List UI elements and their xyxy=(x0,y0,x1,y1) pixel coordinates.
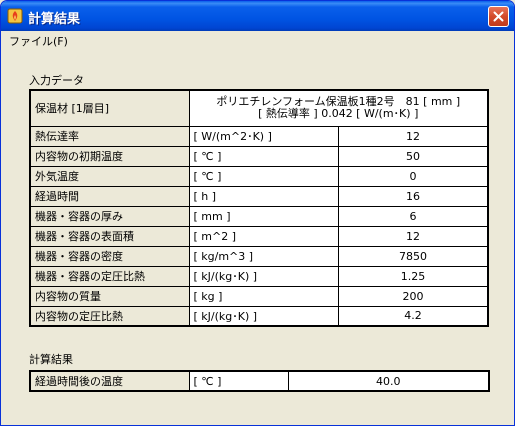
result-window: 計算結果 ファイル(F) 入力データ 保温材 [1層目] ポリエチレンフォーム保… xyxy=(0,0,515,426)
row-unit: [ kJ/(kg･K) ] xyxy=(188,305,339,327)
row-unit: [ kg ] xyxy=(188,285,339,307)
table-row: 熱伝達率[ W/(m^2･K) ] 12 xyxy=(29,125,489,147)
window-title: 計算結果 xyxy=(28,12,81,27)
row-name: 機器・容器の定圧比熱 xyxy=(29,265,190,287)
row-unit: [ kg/m^3 ] xyxy=(188,245,339,267)
table-row: 機器・容器の厚み[ mm ] 6 xyxy=(29,205,489,227)
table-row: 経過時間[ h ] 16 xyxy=(29,185,489,207)
input-data-table: 保温材 [1層目] ポリエチレンフォーム保温板1種2号 81 [ mm ] [ … xyxy=(29,89,489,327)
menu-file[interactable]: ファイル(F) xyxy=(9,33,68,49)
table-row: 機器・容器の密度[ kg/m^3 ] 7850 xyxy=(29,245,489,267)
row-name: 内容物の初期温度 xyxy=(29,145,190,167)
row-value: 1.25 xyxy=(338,265,489,287)
row-unit: [ mm ] xyxy=(188,205,339,227)
material-value: ポリエチレンフォーム保温板1種2号 81 [ mm ] [ 熱伝導率 ] 0.0… xyxy=(188,89,489,127)
title-bar[interactable]: 計算結果 xyxy=(1,1,514,31)
table-row: 経過時間後の温度[ ℃ ] 40.0 xyxy=(29,370,490,392)
row-value: 6 xyxy=(338,205,489,227)
close-icon xyxy=(493,11,504,22)
table-row: 内容物の質量[ kg ] 200 xyxy=(29,285,489,307)
row-name: 外気温度 xyxy=(29,165,190,187)
row-name: 経過時間 xyxy=(29,185,190,207)
table-row: 外気温度[ ℃ ] 0 xyxy=(29,165,489,187)
row-unit: [ W/(m^2･K) ] xyxy=(188,125,339,147)
result-data-table: 経過時間後の温度[ ℃ ] 40.0 xyxy=(29,370,490,392)
row-unit: [ ℃ ] xyxy=(188,145,339,167)
row-value: 40.0 xyxy=(287,370,490,392)
row-value: 50 xyxy=(338,145,489,167)
result-section-label: 計算結果 xyxy=(29,353,73,366)
table-row: 内容物の初期温度[ ℃ ] 50 xyxy=(29,145,489,167)
row-unit: [ ℃ ] xyxy=(188,165,339,187)
row-value: 0 xyxy=(338,165,489,187)
menu-bar: ファイル(F) xyxy=(1,31,514,50)
row-value: 12 xyxy=(338,125,489,147)
row-name: 機器・容器の厚み xyxy=(29,205,190,227)
row-name: 熱伝達率 xyxy=(29,125,190,147)
row-unit: [ kJ/(kg･K) ] xyxy=(188,265,339,287)
row-name: 内容物の質量 xyxy=(29,285,190,307)
row-name: 機器・容器の表面積 xyxy=(29,225,190,247)
table-row: 機器・容器の表面積[ m^2 ] 12 xyxy=(29,225,489,247)
row-unit: [ ℃ ] xyxy=(188,370,289,392)
row-value: 4.2 xyxy=(338,305,489,327)
row-value: 200 xyxy=(338,285,489,307)
row-unit: [ m^2 ] xyxy=(188,225,339,247)
app-icon xyxy=(7,8,23,24)
row-name: 経過時間後の温度 xyxy=(29,370,190,392)
row-name: 内容物の定圧比熱 xyxy=(29,305,190,327)
row-name: 機器・容器の密度 xyxy=(29,245,190,267)
row-value: 12 xyxy=(338,225,489,247)
row-value: 7850 xyxy=(338,245,489,267)
table-row: 保温材 [1層目] ポリエチレンフォーム保温板1種2号 81 [ mm ] [ … xyxy=(29,89,489,127)
close-button[interactable] xyxy=(488,6,509,27)
row-unit: [ h ] xyxy=(188,185,339,207)
table-row: 内容物の定圧比熱[ kJ/(kg･K) ] 4.2 xyxy=(29,305,489,327)
row-value: 16 xyxy=(338,185,489,207)
material-value-line2: [ 熱伝導率 ] 0.042 [ W/(m･K) ] xyxy=(258,107,419,121)
input-section-label: 入力データ xyxy=(29,74,84,87)
material-name: 保温材 [1層目] xyxy=(29,89,190,127)
table-row: 機器・容器の定圧比熱[ kJ/(kg･K) ] 1.25 xyxy=(29,265,489,287)
